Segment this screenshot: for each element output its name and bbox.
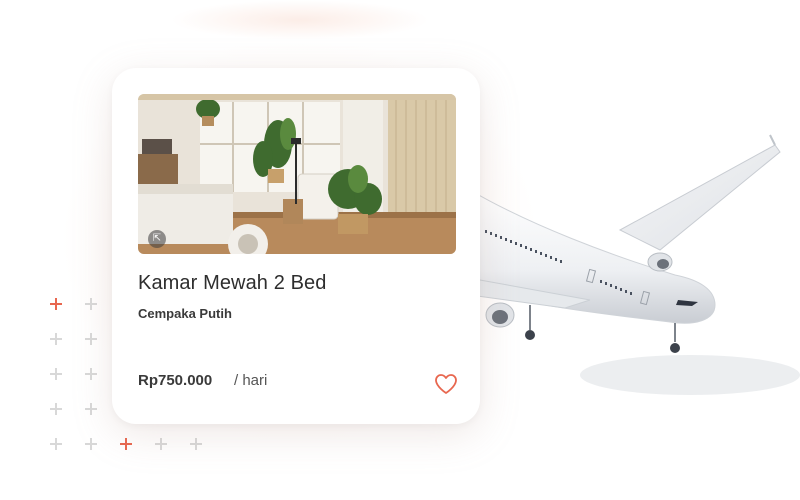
listing-price: Rp750.000 xyxy=(138,372,213,389)
airplane-illustration xyxy=(470,134,800,395)
stage: ⇱ Kamar Mewah 2 Bed Cempaka Putih Rp750.… xyxy=(0,0,800,500)
expand-icon[interactable]: ⇱ xyxy=(148,230,166,248)
plus-icon xyxy=(50,333,62,345)
plus-icon xyxy=(85,403,97,415)
room-photo xyxy=(138,94,456,254)
plus-icon xyxy=(85,438,97,450)
listing-card[interactable]: ⇱ Kamar Mewah 2 Bed Cempaka Putih Rp750.… xyxy=(112,68,480,424)
price-unit: / hari xyxy=(234,372,268,389)
plus-icon xyxy=(155,438,167,450)
plus-icon xyxy=(50,403,62,415)
plus-icon xyxy=(85,298,97,310)
plus-icon xyxy=(50,298,62,310)
listing-photo[interactable]: ⇱ xyxy=(138,94,456,254)
plus-icon xyxy=(85,368,97,380)
heart-icon[interactable] xyxy=(434,373,458,395)
plus-icon xyxy=(190,438,202,450)
background-glow-top xyxy=(170,0,430,40)
listing-location: Cempaka Putih xyxy=(138,306,232,321)
plus-icon xyxy=(120,438,132,450)
plus-icon xyxy=(85,333,97,345)
plus-icon xyxy=(50,368,62,380)
listing-title: Kamar Mewah 2 Bed xyxy=(138,272,327,294)
plus-icon xyxy=(50,438,62,450)
